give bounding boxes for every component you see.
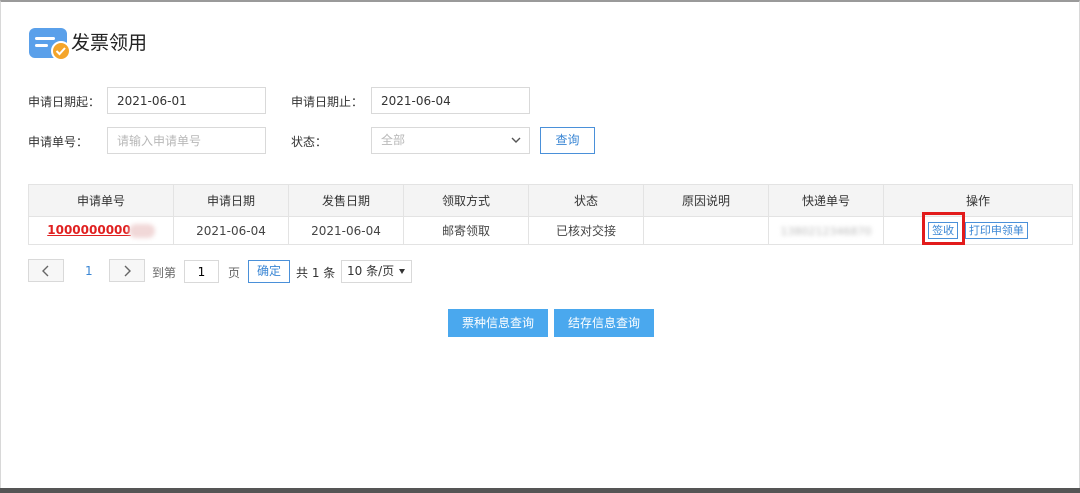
cell-express-no: 1380212346870 [768,216,884,245]
express-no-blurred: 1380212346870 [780,224,872,238]
end-date-input[interactable] [371,87,530,114]
redaction-mask [128,223,155,238]
goto-confirm-button[interactable]: 确定 [248,260,290,283]
per-page-select[interactable]: 10 条/页 [341,260,412,283]
cell-req-no: 1000000000 [28,216,174,245]
cell-actions: 签收 打印申领单 [883,216,1073,245]
cell-apply-date: 2021-06-04 [173,216,289,245]
bottom-bar [0,488,1080,493]
dropdown-arrow-icon [399,269,405,274]
start-date-label: 申请日期起： [28,95,101,109]
col-reason: 原因说明 [643,184,769,217]
col-actions: 操作 [883,184,1073,217]
cell-method: 邮寄领取 [403,216,529,245]
print-form-button[interactable]: 打印申领单 [964,222,1028,239]
req-no-link[interactable]: 1000000000 [47,223,131,237]
col-method: 领取方式 [403,184,529,217]
table-header-row: 申请单号 申请日期 发售日期 领取方式 状态 原因说明 快递单号 操作 [28,184,1073,217]
ticket-info-query-button[interactable]: 票种信息查询 [448,309,548,337]
col-apply-date: 申请日期 [173,184,289,217]
cell-reason [643,216,769,245]
sign-button-highlight [922,212,965,245]
query-button[interactable]: 查询 [540,127,595,154]
chevron-left-icon [42,265,49,277]
next-page-button[interactable] [109,259,145,282]
col-sale-date: 发售日期 [288,184,404,217]
window-frame [0,0,1080,493]
cell-sale-date: 2021-06-04 [288,216,404,245]
chevron-right-icon [124,265,131,277]
goto-page-input[interactable] [184,260,219,283]
col-express-no: 快递单号 [768,184,884,217]
stock-info-query-button[interactable]: 结存信息查询 [554,309,654,337]
page-unit-label: 页 [228,266,241,280]
cell-status: 已核对交接 [528,216,644,245]
page-title: 发票领用 [71,32,148,54]
col-status: 状态 [528,184,644,217]
status-select[interactable]: 全部 [371,127,530,154]
per-page-value: 10 条/页 [347,264,395,278]
status-select-value: 全部 [381,133,406,147]
chevron-down-icon [511,137,521,143]
col-req-no: 申请单号 [28,184,174,217]
requests-table: 申请单号 申请日期 发售日期 领取方式 状态 原因说明 快递单号 操作 1000… [28,184,1073,245]
end-date-label: 申请日期止： [291,95,364,109]
invoice-check-icon [29,28,70,61]
total-count: 共 1 条 [296,266,336,280]
prev-page-button[interactable] [28,259,64,282]
start-date-input[interactable] [107,87,266,114]
table-row: 1000000000 2021-06-04 2021-06-04 邮寄领取 已核… [28,216,1073,245]
current-page[interactable]: 1 [85,264,93,278]
status-label: 状态： [291,135,328,149]
req-no-label: 申请单号： [28,135,89,149]
req-no-input[interactable] [107,127,266,154]
goto-label: 到第 [152,266,177,280]
